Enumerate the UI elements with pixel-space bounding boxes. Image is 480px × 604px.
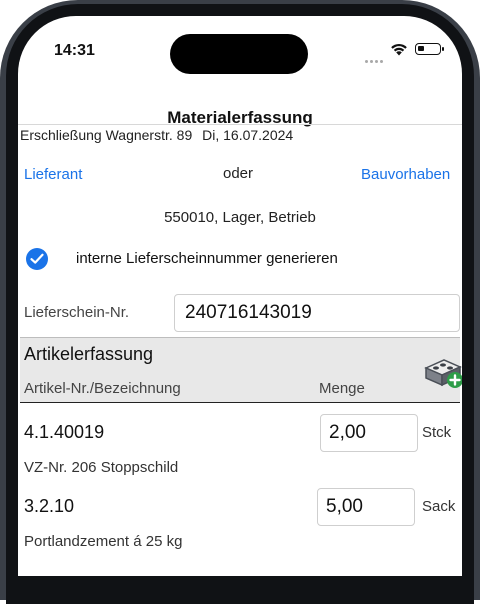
cellular-signal-icon [365, 50, 385, 63]
site-info: Erschließung Wagnerstr. 89 Di, 16.07.202… [20, 127, 293, 143]
unit-label: Sack [422, 498, 456, 515]
column-quantity: Menge [319, 380, 365, 397]
dynamic-island [170, 34, 308, 74]
status-time: 14:31 [54, 42, 95, 59]
battery-icon [415, 43, 444, 55]
checkmark-icon [30, 253, 44, 264]
unit-label: Stck [422, 424, 452, 441]
quantity-input[interactable] [317, 488, 415, 526]
delivery-note-label: Lieferschein-Nr. [24, 304, 130, 321]
site-date: Di, 16.07.2024 [202, 127, 294, 143]
article-number: 3.2.10 [24, 496, 75, 516]
articles-header: Artikelerfassung Artikel-Nr./Bezeichnung… [20, 337, 462, 403]
delivery-note-input[interactable] [174, 294, 460, 332]
add-article-icon[interactable] [422, 354, 462, 390]
page-title: Materialerfassung [167, 108, 313, 127]
articles-title: Artikelerfassung [24, 344, 154, 364]
app-screen: 14:31 Materialerfassung Erschließung Wag… [18, 16, 462, 576]
generate-number-checkbox[interactable] [26, 248, 48, 270]
article-description: VZ-Nr. 206 Stoppschild [24, 459, 179, 476]
quantity-input[interactable] [320, 414, 418, 452]
site-name: Erschließung Wagnerstr. 89 [20, 127, 193, 143]
generate-number-label: interne Lieferscheinnummer generieren [76, 250, 338, 267]
address-text: 550010, Lager, Betrieb [164, 209, 316, 226]
article-number: 4.1.40019 [24, 422, 105, 442]
wifi-icon [391, 43, 407, 56]
title-divider [18, 124, 462, 125]
project-link[interactable]: Bauvorhaben [361, 166, 450, 183]
column-article: Artikel-Nr./Bezeichnung [24, 380, 181, 397]
or-label: oder [223, 165, 254, 182]
supplier-link[interactable]: Lieferant [24, 166, 82, 183]
article-description: Portlandzement á 25 kg [24, 533, 183, 550]
